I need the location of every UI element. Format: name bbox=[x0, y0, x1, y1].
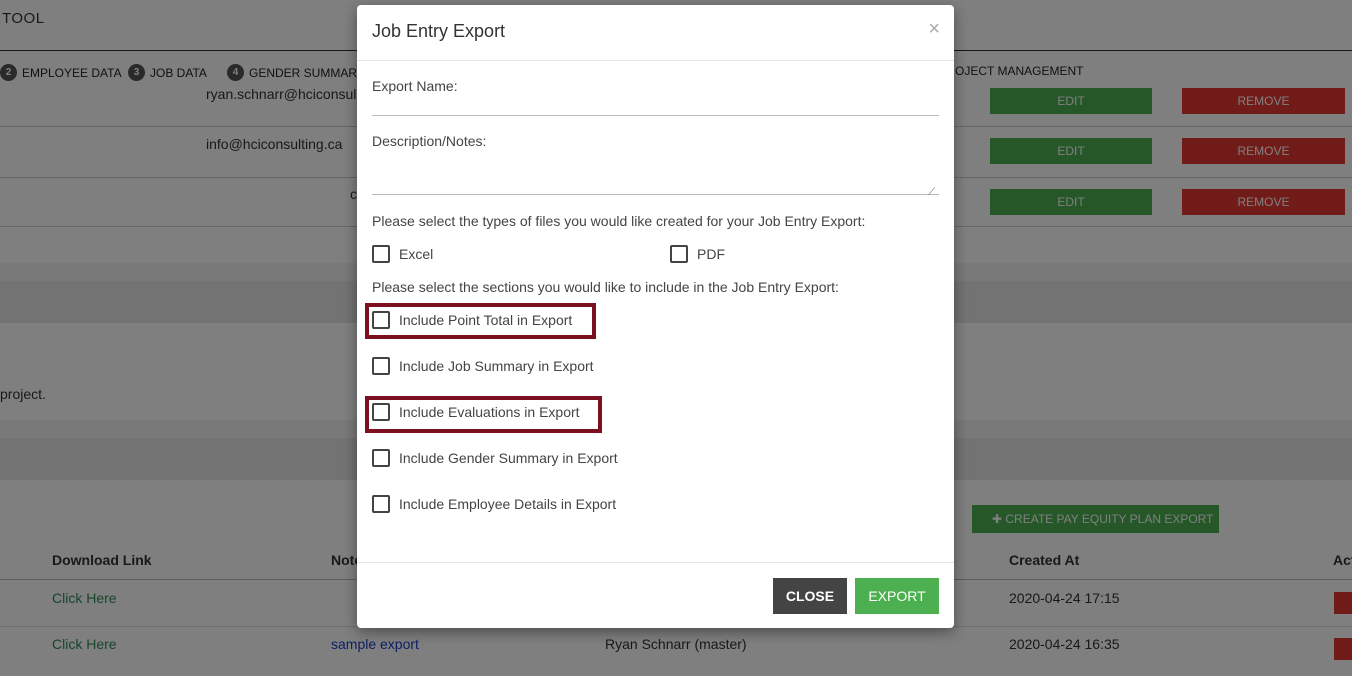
employee-details-checkbox[interactable] bbox=[372, 495, 390, 513]
export-name-underline bbox=[372, 115, 939, 116]
close-button[interactable]: CLOSE bbox=[773, 578, 847, 614]
pdf-checkbox-row[interactable]: PDF bbox=[670, 245, 725, 263]
gender-summary-checkbox[interactable] bbox=[372, 449, 390, 467]
file-types-prompt: Please select the types of files you wou… bbox=[372, 213, 866, 229]
job-summary-checkbox[interactable] bbox=[372, 357, 390, 375]
description-label: Description/Notes: bbox=[372, 133, 487, 149]
point-total-label: Include Point Total in Export bbox=[399, 312, 573, 328]
gender-summary-checkbox-row[interactable]: Include Gender Summary in Export bbox=[372, 449, 618, 467]
modal-header: Job Entry Export × bbox=[357, 5, 954, 61]
modal-title: Job Entry Export bbox=[372, 21, 506, 41]
job-summary-label: Include Job Summary in Export bbox=[399, 358, 594, 374]
excel-checkbox[interactable] bbox=[372, 245, 390, 263]
excel-checkbox-row[interactable]: Excel bbox=[372, 245, 433, 263]
description-textarea[interactable] bbox=[372, 155, 939, 193]
export-name-label: Export Name: bbox=[372, 78, 458, 94]
modal-footer: CLOSE EXPORT bbox=[357, 562, 954, 628]
job-entry-export-modal: Job Entry Export × Export Name: Descript… bbox=[357, 5, 954, 628]
gender-summary-label: Include Gender Summary in Export bbox=[399, 450, 618, 466]
job-summary-checkbox-row[interactable]: Include Job Summary in Export bbox=[372, 357, 594, 375]
evaluations-checkbox[interactable] bbox=[372, 403, 390, 421]
excel-label: Excel bbox=[399, 246, 434, 262]
evaluations-checkbox-row[interactable]: Include Evaluations in Export bbox=[372, 403, 580, 421]
employee-details-label: Include Employee Details in Export bbox=[399, 496, 617, 512]
point-total-checkbox[interactable] bbox=[372, 311, 390, 329]
description-underline bbox=[372, 194, 939, 195]
resize-handle-icon[interactable]: ⟋ bbox=[928, 187, 935, 198]
close-icon[interactable]: × bbox=[928, 19, 940, 39]
pdf-label: PDF bbox=[697, 246, 725, 262]
pdf-checkbox[interactable] bbox=[670, 245, 688, 263]
point-total-checkbox-row[interactable]: Include Point Total in Export bbox=[372, 311, 572, 329]
sections-prompt: Please select the sections you would lik… bbox=[372, 279, 839, 295]
export-name-input[interactable] bbox=[372, 97, 939, 115]
export-button[interactable]: EXPORT bbox=[855, 578, 939, 614]
employee-details-checkbox-row[interactable]: Include Employee Details in Export bbox=[372, 495, 616, 513]
evaluations-label: Include Evaluations in Export bbox=[399, 404, 580, 420]
